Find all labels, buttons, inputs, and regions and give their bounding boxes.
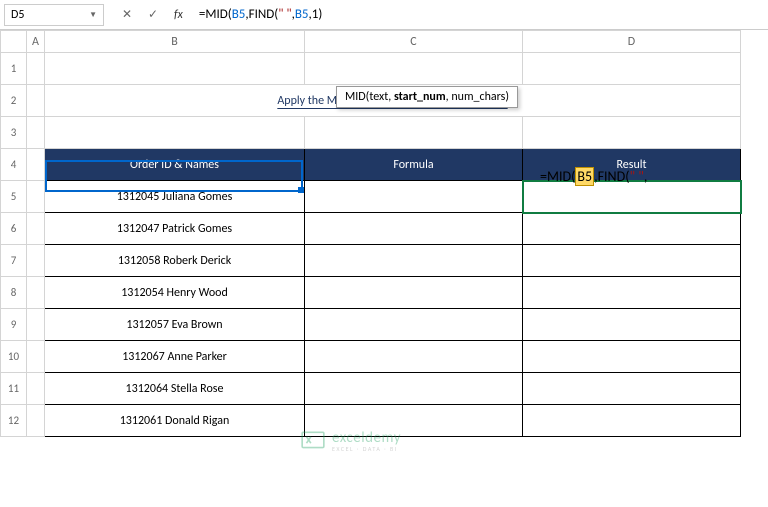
row-header[interactable]: 5 <box>1 181 27 213</box>
cell[interactable] <box>523 277 741 309</box>
cell[interactable] <box>27 245 45 277</box>
cell[interactable] <box>27 373 45 405</box>
col-header-orderid[interactable]: Order ID & Names <box>45 149 305 181</box>
cell[interactable] <box>523 213 741 245</box>
cancel-icon[interactable]: ✕ <box>118 6 136 24</box>
table-row: 7 1312058 Roberk Derick <box>1 245 741 277</box>
cell-b6[interactable]: 1312047 Patrick Gomes <box>45 213 305 245</box>
cell[interactable] <box>305 213 523 245</box>
formula-bar-input[interactable]: =MID(B5,FIND(" ",B5,1) <box>191 7 764 22</box>
fx-icon[interactable]: fx <box>174 8 183 22</box>
cell[interactable] <box>523 405 741 437</box>
cell[interactable] <box>523 117 741 149</box>
table-row: 10 1312067 Anne Parker <box>1 341 741 373</box>
table-row: 1 <box>1 53 741 85</box>
formula-bar-row: D5 ▼ ✕ ✓ fx =MID(B5,FIND(" ",B5,1) <box>0 0 768 30</box>
cell-b5[interactable]: 1312045 Juliana Gomes <box>45 181 305 213</box>
cell[interactable] <box>305 341 523 373</box>
cell-b8[interactable]: 1312054 Henry Wood <box>45 277 305 309</box>
chevron-down-icon[interactable]: ▼ <box>89 10 97 20</box>
col-header-formula[interactable]: Formula <box>305 149 523 181</box>
cell[interactable] <box>27 277 45 309</box>
cell[interactable] <box>27 53 45 85</box>
cell[interactable] <box>27 405 45 437</box>
cell[interactable] <box>305 309 523 341</box>
cell[interactable] <box>305 373 523 405</box>
row-header[interactable]: 11 <box>1 373 27 405</box>
cell[interactable] <box>305 245 523 277</box>
cell[interactable] <box>27 309 45 341</box>
column-header-row: A B C D <box>1 31 741 53</box>
cell[interactable] <box>27 149 45 181</box>
row-header[interactable]: 9 <box>1 309 27 341</box>
formula-controls: ✕ ✓ fx <box>110 6 191 24</box>
row-header[interactable]: 10 <box>1 341 27 373</box>
col-header-c[interactable]: C <box>305 31 523 53</box>
table-row: 9 1312057 Eva Brown <box>1 309 741 341</box>
cell-b11[interactable]: 1312064 Stella Rose <box>45 373 305 405</box>
cell[interactable] <box>45 117 305 149</box>
cell[interactable] <box>523 245 741 277</box>
cell[interactable] <box>523 53 741 85</box>
cell-b7[interactable]: 1312058 Roberk Derick <box>45 245 305 277</box>
cell[interactable] <box>305 117 523 149</box>
table-row: 3 <box>1 117 741 149</box>
cell[interactable] <box>27 117 45 149</box>
col-header-b[interactable]: B <box>45 31 305 53</box>
cell-b12[interactable]: 1312061 Donald Rigan <box>45 405 305 437</box>
row-header[interactable]: 3 <box>1 117 27 149</box>
table-row: 11 1312064 Stella Rose <box>1 373 741 405</box>
cell[interactable] <box>27 85 45 117</box>
name-box-value: D5 <box>11 8 24 22</box>
row-header[interactable]: 4 <box>1 149 27 181</box>
row-header[interactable]: 8 <box>1 277 27 309</box>
cell-b10[interactable]: 1312067 Anne Parker <box>45 341 305 373</box>
check-icon[interactable]: ✓ <box>144 6 162 24</box>
cell[interactable] <box>45 53 305 85</box>
row-header[interactable]: 6 <box>1 213 27 245</box>
row-header[interactable]: 12 <box>1 405 27 437</box>
row-header[interactable]: 7 <box>1 245 27 277</box>
name-box[interactable]: D5 ▼ <box>4 4 104 26</box>
watermark-sub: EXCEL · DATA · BI <box>332 445 401 453</box>
cell[interactable] <box>27 181 45 213</box>
cell-c5[interactable] <box>305 181 523 213</box>
cell[interactable] <box>27 341 45 373</box>
col-header-d[interactable]: D <box>523 31 741 53</box>
col-header-a[interactable]: A <box>27 31 45 53</box>
select-all-corner[interactable] <box>1 31 27 53</box>
cell[interactable] <box>523 373 741 405</box>
cell[interactable] <box>305 53 523 85</box>
logo-icon <box>300 428 326 454</box>
worksheet: MID(text, start_num, num_chars) =MID(B5,… <box>0 30 768 437</box>
cell-b9[interactable]: 1312057 Eva Brown <box>45 309 305 341</box>
row-header[interactable]: 2 <box>1 85 27 117</box>
cell[interactable] <box>27 213 45 245</box>
table-row: 6 1312047 Patrick Gomes <box>1 213 741 245</box>
function-tooltip: MID(text, start_num, num_chars) <box>336 86 518 108</box>
watermark: exceldemy EXCEL · DATA · BI <box>300 428 401 454</box>
active-cell-editing[interactable]: =MID(B5,FIND(" ", <box>540 167 647 186</box>
cell[interactable] <box>523 309 741 341</box>
row-header[interactable]: 1 <box>1 53 27 85</box>
cell[interactable] <box>523 341 741 373</box>
cell[interactable] <box>305 277 523 309</box>
table-row: 8 1312054 Henry Wood <box>1 277 741 309</box>
